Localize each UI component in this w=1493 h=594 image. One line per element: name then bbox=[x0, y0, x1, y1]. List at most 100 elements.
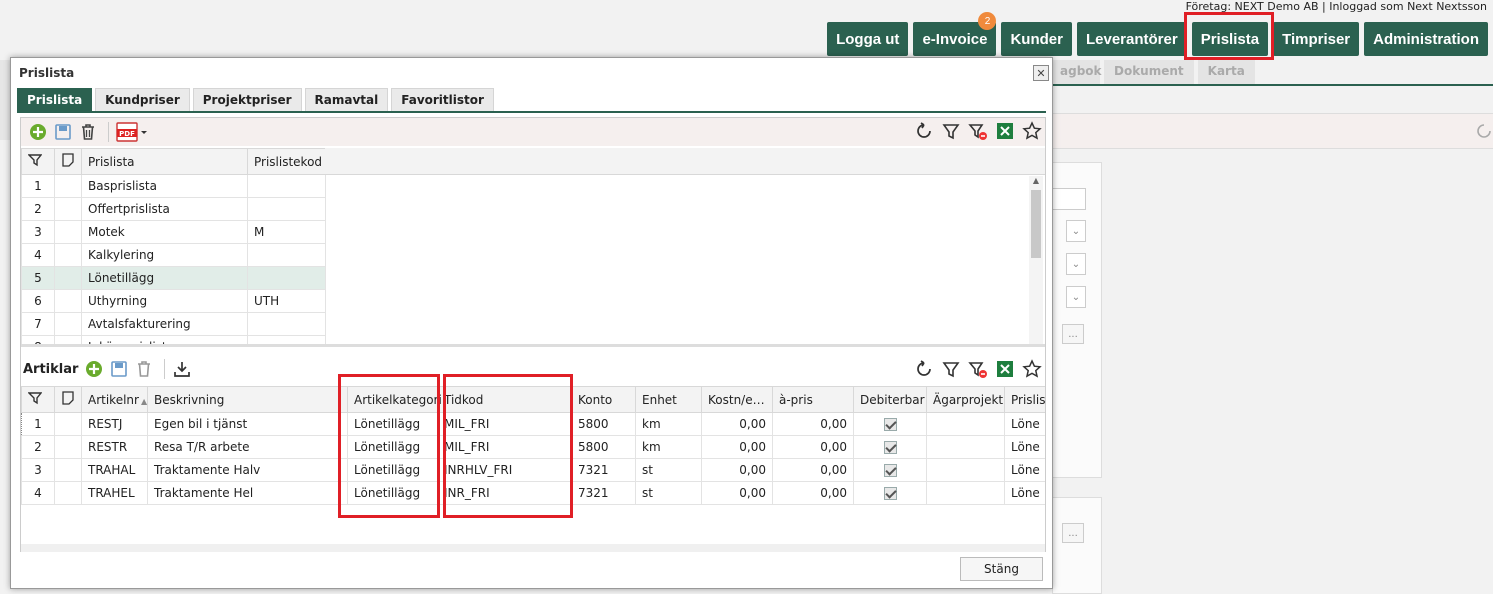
scroll-up-arrow[interactable]: ▲ bbox=[1029, 176, 1043, 188]
pricelist-bottom-edge bbox=[21, 344, 1045, 347]
nav-administration-button[interactable]: Administration bbox=[1364, 22, 1488, 56]
table-row[interactable]: 7 Avtalsfakturering bbox=[21, 312, 326, 336]
background-select-3[interactable]: ⌄ bbox=[1066, 286, 1086, 308]
article-description: Traktamente Hel bbox=[147, 481, 348, 505]
row-number: 4 bbox=[21, 481, 55, 505]
scroll-thumb[interactable] bbox=[1031, 190, 1041, 258]
filter-column-header[interactable] bbox=[21, 148, 55, 175]
bg-tab-dagbok[interactable]: agbok bbox=[1052, 60, 1102, 84]
row-note bbox=[54, 243, 82, 267]
nav-kunder-button[interactable]: Kunder bbox=[1001, 22, 1072, 56]
table-row[interactable]: 6 Uthyrning UTH bbox=[21, 289, 326, 313]
col-header-a-pris[interactable]: à-pris bbox=[772, 386, 854, 413]
nav-logga-ut-button[interactable]: Logga ut bbox=[827, 22, 909, 56]
articles-horizontal-scrollbar[interactable] bbox=[21, 544, 1045, 552]
articles-title: Artiklar bbox=[23, 361, 79, 377]
pricelist-scrollbar[interactable]: ▲ bbox=[1029, 176, 1043, 347]
excel-export-icon[interactable] bbox=[995, 121, 1015, 141]
pricelist-code bbox=[247, 312, 326, 336]
filter-column-header[interactable] bbox=[21, 386, 55, 413]
col-header-prislista[interactable]: Prislis bbox=[1004, 386, 1045, 413]
pricelist-toolbar-right bbox=[914, 121, 1042, 141]
col-header-enhet[interactable]: Enhet bbox=[635, 386, 702, 413]
row-number: 4 bbox=[21, 243, 55, 267]
favorite-star-icon[interactable] bbox=[1022, 121, 1042, 141]
filter-icon[interactable] bbox=[27, 391, 43, 405]
col-header-prislista[interactable]: Prislista bbox=[81, 148, 248, 175]
bg-tab-dokument[interactable]: Dokument bbox=[1104, 60, 1194, 84]
table-row[interactable]: 1 Basprislista bbox=[21, 174, 326, 198]
col-header-konto[interactable]: Konto bbox=[571, 386, 636, 413]
background-refresh-icon[interactable] bbox=[1475, 122, 1493, 140]
clear-filter-icon[interactable] bbox=[968, 359, 988, 379]
note-icon bbox=[62, 153, 74, 167]
tab-projektpriser[interactable]: Projektpriser bbox=[192, 88, 302, 111]
pricelist-grid: Prislista Prislistekod 1 Basprislista 2 Of… bbox=[21, 148, 1045, 347]
background-field-1[interactable] bbox=[1052, 188, 1086, 210]
filter-icon[interactable] bbox=[27, 153, 43, 167]
table-row[interactable]: 2 Offertprislista bbox=[21, 197, 326, 221]
row-note bbox=[54, 220, 82, 244]
save-article-icon[interactable] bbox=[108, 358, 130, 380]
note-column-header[interactable] bbox=[54, 148, 82, 175]
debiterbar-checkbox[interactable] bbox=[853, 458, 927, 482]
add-article-icon[interactable] bbox=[83, 358, 105, 380]
bg-tab-karta[interactable]: Karta bbox=[1197, 60, 1255, 84]
debiterbar-checkbox[interactable] bbox=[853, 412, 927, 436]
checkbox-checked[interactable] bbox=[883, 464, 897, 477]
table-row[interactable]: 4 Kalkylering bbox=[21, 243, 326, 267]
pricelist-name: Motek bbox=[81, 220, 248, 244]
background-more-button-1[interactable]: ... bbox=[1062, 324, 1084, 344]
nav-timpriser-button[interactable]: Timpriser bbox=[1273, 22, 1360, 56]
col-header-artikelnr[interactable]: Artikelnr ▲ bbox=[81, 386, 148, 413]
table-row-selected[interactable]: 5 Lönetillägg bbox=[21, 266, 326, 290]
nav-einvoice-button[interactable]: e-Invoice 2 bbox=[913, 12, 997, 56]
row-note bbox=[54, 458, 82, 482]
add-icon[interactable] bbox=[27, 121, 49, 143]
article-owner-project bbox=[926, 481, 1005, 505]
refresh-icon[interactable] bbox=[914, 121, 934, 141]
filter-icon[interactable] bbox=[941, 359, 961, 379]
col-header-beskrivning[interactable]: Beskrivning bbox=[147, 386, 348, 413]
close-dialog-button[interactable]: Stäng bbox=[960, 557, 1043, 581]
save-icon[interactable] bbox=[52, 121, 74, 143]
excel-export-icon[interactable] bbox=[995, 359, 1015, 379]
tab-kundpriser[interactable]: Kundpriser bbox=[95, 88, 190, 111]
debiterbar-checkbox[interactable] bbox=[853, 481, 927, 505]
row-note bbox=[54, 266, 82, 290]
tab-favoritlistor[interactable]: Favoritlistor bbox=[391, 88, 494, 111]
dialog-close-icon[interactable]: ✕ bbox=[1033, 65, 1049, 81]
pricelist-name: Kalkylering bbox=[81, 243, 248, 267]
favorite-star-icon[interactable] bbox=[1022, 359, 1042, 379]
article-nr: TRAHAL bbox=[81, 458, 148, 482]
row-number: 2 bbox=[21, 197, 55, 221]
delete-icon[interactable] bbox=[77, 121, 99, 143]
note-column-header[interactable] bbox=[54, 386, 82, 413]
checkbox-checked[interactable] bbox=[883, 418, 897, 431]
clear-filter-icon[interactable] bbox=[968, 121, 988, 141]
tab-ramavtal[interactable]: Ramavtal bbox=[304, 88, 389, 111]
download-icon[interactable] bbox=[171, 358, 193, 380]
delete-article-icon[interactable] bbox=[133, 358, 155, 380]
checkbox-checked[interactable] bbox=[883, 487, 897, 500]
background-panel-bottom bbox=[1052, 497, 1102, 594]
pricelist-code: M bbox=[247, 220, 326, 244]
background-more-button-2[interactable]: ... bbox=[1062, 523, 1084, 543]
filter-icon[interactable] bbox=[941, 121, 961, 141]
col-header-debiterbar[interactable]: Debiterbar bbox=[853, 386, 927, 413]
col-header-prislistekod[interactable]: Prislistekod bbox=[247, 148, 326, 175]
col-header-kostnad[interactable]: Kostn/e… bbox=[701, 386, 773, 413]
nav-leverantorer-button[interactable]: Leverantörer bbox=[1076, 22, 1187, 56]
debiterbar-checkbox[interactable] bbox=[853, 435, 927, 459]
background-select-2[interactable]: ⌄ bbox=[1066, 253, 1086, 275]
refresh-icon[interactable] bbox=[914, 359, 934, 379]
pricelist-name: Lönetillägg bbox=[81, 266, 248, 290]
tab-prislista[interactable]: Prislista bbox=[17, 88, 93, 111]
checkbox-checked[interactable] bbox=[883, 441, 897, 454]
article-enhet: st bbox=[635, 458, 702, 482]
col-header-agarprojekt[interactable]: Ägarprojekt bbox=[926, 386, 1005, 413]
pricelist-name: Offertprislista bbox=[81, 197, 248, 221]
pdf-export-icon[interactable]: PDF bbox=[115, 121, 149, 143]
background-select-1[interactable]: ⌄ bbox=[1066, 220, 1086, 242]
table-row[interactable]: 3 Motek M bbox=[21, 220, 326, 244]
